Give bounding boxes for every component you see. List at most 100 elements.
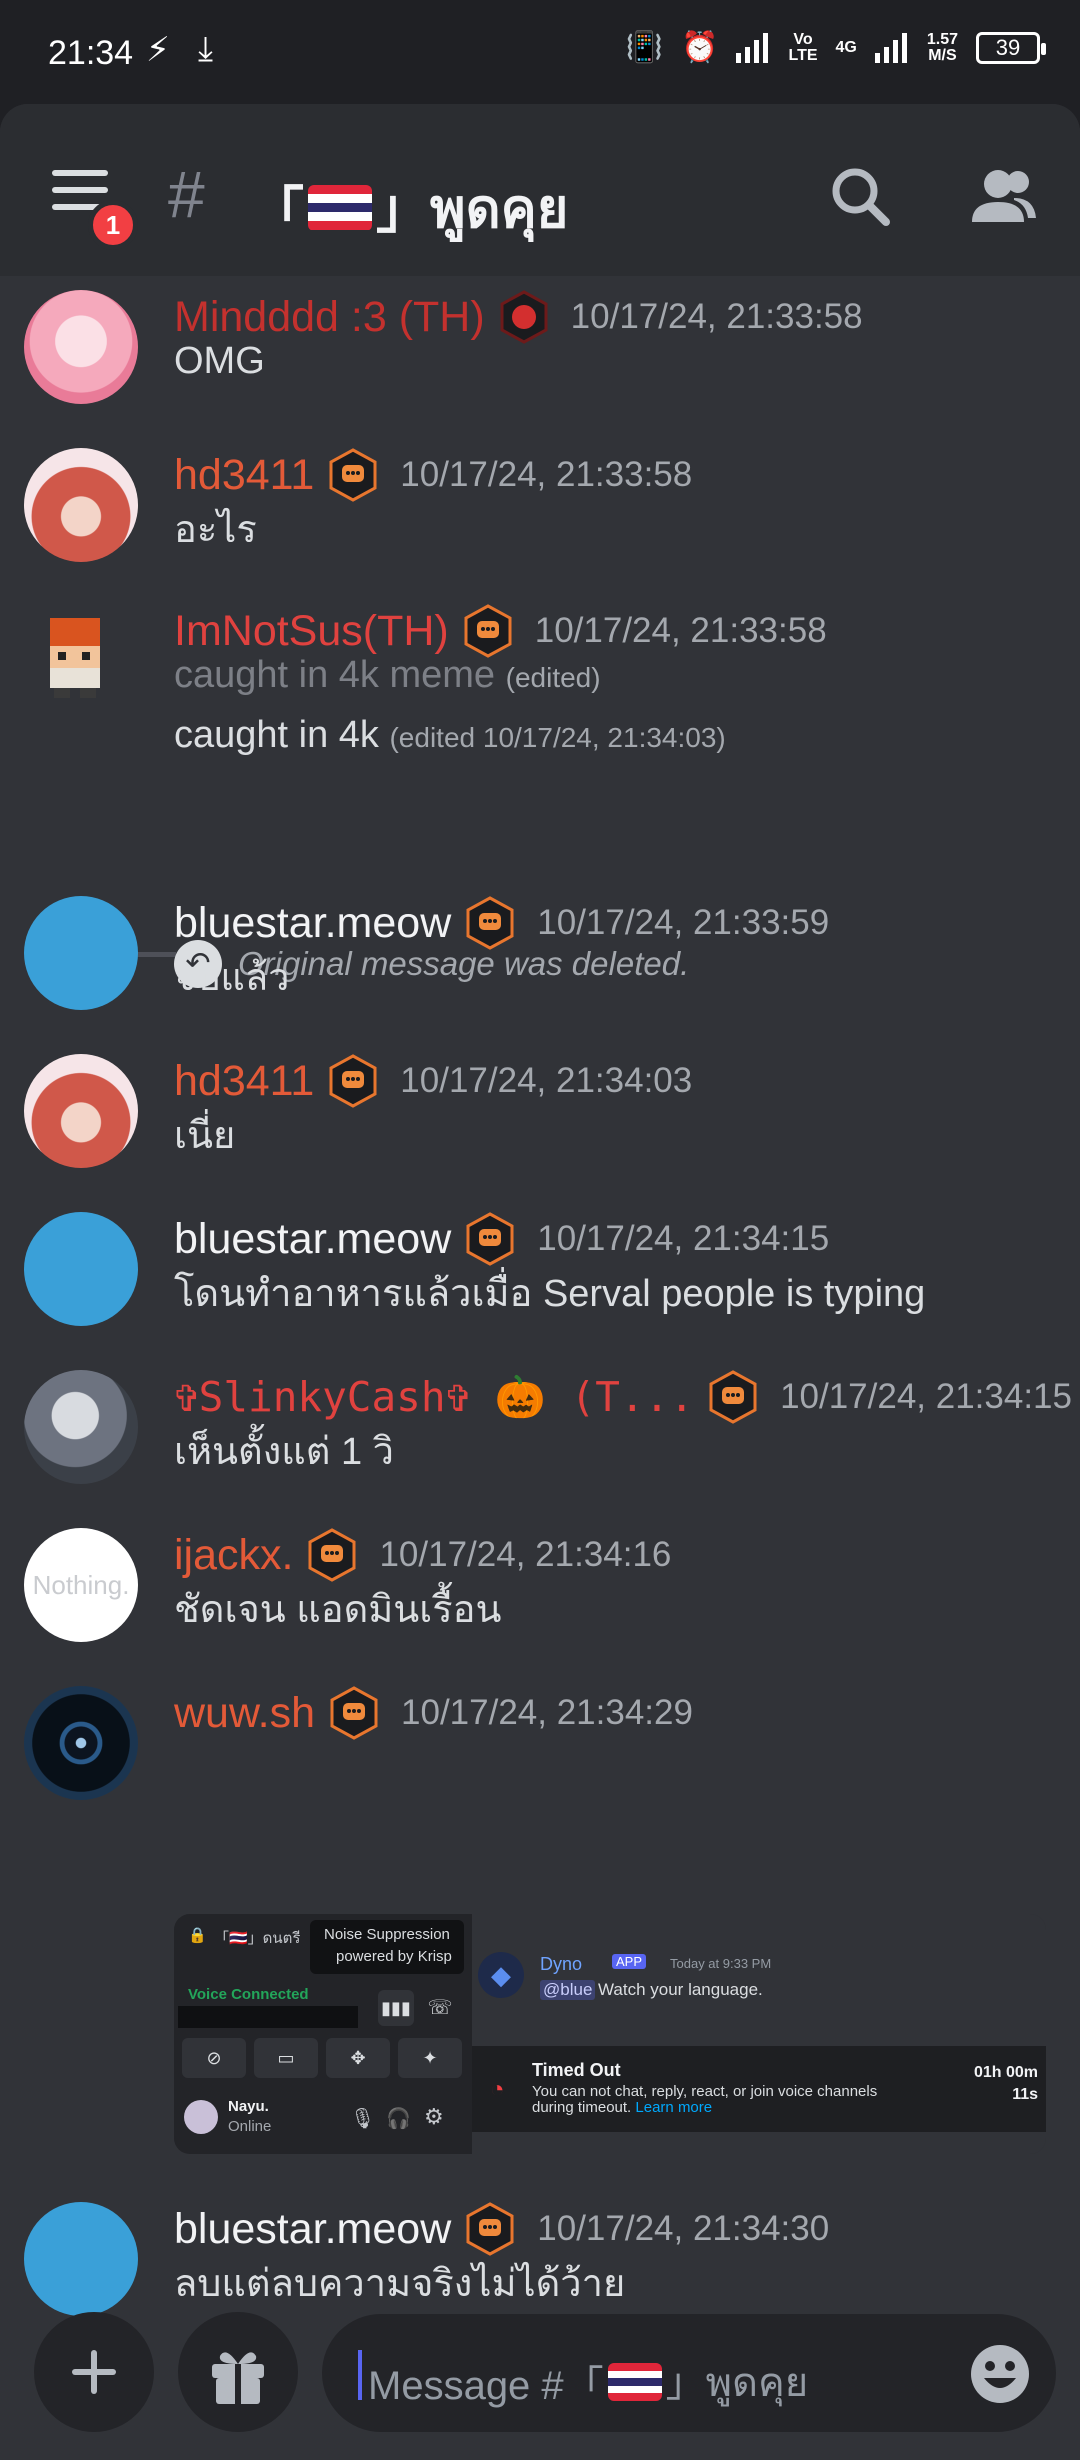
noise-tooltip: Noise Suppression powered by Krisp	[310, 1920, 464, 1974]
activity-icon: ✥	[326, 2038, 390, 2078]
avatar[interactable]	[24, 1212, 138, 1326]
disconnect-icon: ☏	[427, 1997, 453, 2019]
image-attachment[interactable]: 🔒 「🇹🇭」ดนตรี Noise Suppression powered by…	[174, 1914, 1046, 2154]
username[interactable]: ✞SlinkyCash✞ 🎃 (T...	[174, 1373, 694, 1422]
username[interactable]: wuw.sh	[174, 1689, 315, 1738]
voice-connected-label: Voice Connected	[188, 1986, 309, 2003]
redacted-area	[178, 2006, 358, 2028]
message-text: ชัดเจน แอดมินเรื้อน	[174, 1589, 502, 1631]
message-text-original: caught in 4k meme (edited)	[174, 654, 601, 696]
avatar[interactable]	[24, 1370, 138, 1484]
waveform-icon: ▮▮▮	[378, 1990, 414, 2026]
dyno-avatar: ◆	[478, 1952, 524, 1998]
data-saver-icon: ⚡	[146, 31, 170, 69]
timestamp: 10/17/24, 21:34:15	[780, 1377, 1072, 1416]
avatar[interactable]	[24, 896, 138, 1010]
username[interactable]: hd3411	[174, 1057, 314, 1106]
timeout-clock-icon: ◔	[490, 2076, 505, 2103]
search-icon[interactable]	[826, 162, 896, 232]
message-text: ลบแต่ลบความจริงไม่ได้ว้าย	[174, 2263, 626, 2305]
avatar[interactable]	[24, 604, 138, 718]
timestamp: 10/17/24, 21:33:58	[400, 455, 693, 494]
settings-gear-icon: ⚙	[424, 2104, 444, 2129]
status-bar: 21:34 ⚡ ⤓ 📳 ⏰ Vo LTE 4G 1.57 M/S 39	[0, 0, 1080, 104]
avatar[interactable]	[24, 1686, 138, 1800]
role-icon	[466, 896, 514, 950]
avatar[interactable]	[24, 1054, 138, 1168]
headphones-icon: 🎧	[386, 2108, 411, 2130]
attachment-chat-panel: ◆ Dyno APP Today at 9:33 PM @blue Watch …	[472, 1914, 1046, 2154]
role-icon	[329, 448, 377, 502]
emoji-icon[interactable]	[968, 2342, 1032, 2406]
attachment-voice-panel: 🔒 「🇹🇭」ดนตรี Noise Suppression powered by…	[174, 1914, 472, 2154]
role-icon	[500, 290, 548, 344]
username[interactable]: Mindddd :3 (TH)	[174, 293, 485, 342]
timestamp: 10/17/24, 21:33:58	[534, 611, 827, 650]
username[interactable]: ijackx.	[174, 1531, 293, 1580]
signal-icon-2	[874, 32, 907, 63]
message-text: จบแล้ว	[174, 957, 290, 999]
role-icon	[466, 1212, 514, 1266]
status-time: 21:34	[48, 34, 134, 72]
net-speed: 1.57 M/S	[926, 30, 958, 64]
message-text-edited: caught in 4k (edited 10/17/24, 21:34:03)	[174, 714, 726, 756]
hash-icon: #	[168, 157, 205, 231]
battery-icon: 39	[976, 31, 1046, 64]
text-caret	[358, 2350, 362, 2400]
username[interactable]: ImNotSus(TH)	[174, 607, 449, 656]
download-icon: ⤓	[198, 30, 214, 68]
message-text: โดนทำอาหารแล้วเมื่อ Serval people is typ…	[174, 1273, 926, 1315]
thai-flag-icon	[607, 2363, 662, 2401]
username[interactable]: hd3411	[174, 451, 314, 500]
message-placeholder: Message #「 」พูดคุย	[368, 2361, 809, 2408]
lock-icon: 🔒	[188, 1927, 207, 1944]
members-icon[interactable]	[968, 162, 1038, 232]
signal-icon	[736, 32, 769, 63]
alarm-icon: ⏰	[681, 31, 719, 64]
avatar[interactable]: Nothing.	[24, 1528, 138, 1642]
role-icon	[329, 1054, 377, 1108]
username[interactable]: bluestar.meow	[174, 1215, 451, 1264]
timestamp: 10/17/24, 21:34:15	[537, 1219, 830, 1258]
timestamp: 10/17/24, 21:34:16	[379, 1535, 672, 1574]
role-icon	[464, 604, 512, 658]
avatar[interactable]	[24, 290, 138, 404]
timestamp: 10/17/24, 21:34:03	[400, 1061, 693, 1100]
video-off-icon: ⊘	[182, 2038, 246, 2078]
vibrate-icon: 📳	[625, 31, 664, 64]
role-icon	[330, 1686, 378, 1740]
username[interactable]: bluestar.meow	[174, 899, 451, 948]
timestamp: 10/17/24, 21:33:59	[537, 903, 830, 942]
screen-share-icon: ▭	[254, 2038, 318, 2078]
timestamp: 10/17/24, 21:33:58	[570, 297, 863, 336]
role-icon	[308, 1528, 356, 1582]
channel-title[interactable]: 「 」พูดคุย	[250, 164, 568, 251]
channel-header: 1 # 「 」พูดคุย	[0, 104, 1080, 276]
role-icon	[709, 1370, 757, 1424]
plus-icon	[72, 2350, 116, 2394]
chat-panel: 1 # 「 」พูดคุย Mindddd :3 (TH) 10/17/24, …	[0, 104, 1080, 2460]
timeout-banner: ◔ Timed Out You can not chat, reply, rea…	[472, 2046, 1046, 2132]
role-icon	[466, 2202, 514, 2256]
avatar[interactable]	[24, 448, 138, 562]
thai-flag-icon	[308, 184, 372, 231]
message-input[interactable]: Message #「 」พูดคุย	[322, 2314, 1056, 2432]
message-text: OMG	[174, 340, 265, 382]
add-attachment-button[interactable]	[34, 2312, 154, 2432]
battery-level: 39	[995, 34, 1021, 60]
mic-icon: 🎙	[350, 2108, 376, 2130]
net-4g-indicator: 4G	[835, 38, 857, 56]
soundboard-icon: ✦	[398, 2038, 462, 2078]
avatar[interactable]	[24, 2202, 138, 2316]
message-text: เนี่ย	[174, 1115, 236, 1157]
message-text: อะไร	[174, 509, 257, 551]
message-text: เห็นตั้งแต่ 1 วิ	[174, 1431, 395, 1473]
gift-icon	[212, 2352, 264, 2404]
timestamp: 10/17/24, 21:34:29	[401, 1693, 693, 1732]
app-tag: APP	[612, 1954, 647, 1969]
username[interactable]: bluestar.meow	[174, 2205, 451, 2254]
gift-button[interactable]	[178, 2312, 298, 2432]
volte-indicator: Vo LTE	[788, 30, 818, 64]
notification-badge: 1	[88, 200, 138, 250]
timestamp: 10/17/24, 21:34:30	[537, 2209, 830, 2248]
